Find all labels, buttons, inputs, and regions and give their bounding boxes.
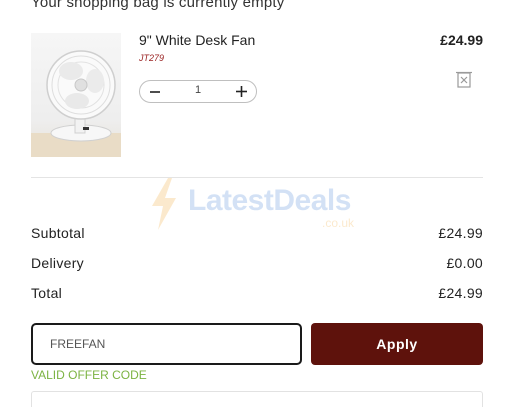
plus-icon: [235, 86, 247, 97]
decrease-quantity-button[interactable]: [143, 81, 167, 102]
promo-code-input[interactable]: [31, 323, 302, 365]
shopping-bag-page: Your shopping bag is currently empty 9" …: [0, 0, 517, 407]
delivery-row: Delivery £0.00: [31, 255, 483, 273]
promo-status-message: VALID OFFER CODE: [31, 368, 147, 382]
product-price: £24.99: [440, 32, 483, 48]
product-name[interactable]: 9" White Desk Fan: [139, 32, 255, 48]
minus-icon: [150, 90, 160, 93]
desk-fan-image: [31, 50, 121, 157]
trash-icon: [456, 71, 472, 88]
quantity-stepper: 1: [139, 80, 257, 103]
product-sku: JT279: [139, 53, 165, 63]
total-row: Total £24.99: [31, 285, 483, 303]
next-section-box: [31, 391, 483, 407]
subtotal-label: Subtotal: [31, 225, 85, 241]
lightning-bolt-icon: [152, 178, 176, 230]
watermark-brand: LatestDeals: [188, 184, 351, 217]
bag-heading: Your shopping bag is currently empty: [31, 0, 285, 11]
quantity-value[interactable]: 1: [170, 84, 226, 96]
total-value: £24.99: [438, 285, 483, 301]
delivery-value: £0.00: [446, 255, 483, 271]
product-image[interactable]: [31, 33, 121, 157]
remove-item-button[interactable]: [456, 70, 472, 88]
subtotal-row: Subtotal £24.99: [31, 225, 483, 243]
subtotal-value: £24.99: [438, 225, 483, 241]
delivery-label: Delivery: [31, 255, 84, 271]
increase-quantity-button[interactable]: [229, 81, 253, 102]
total-label: Total: [31, 285, 63, 301]
apply-promo-button[interactable]: Apply: [311, 323, 483, 365]
